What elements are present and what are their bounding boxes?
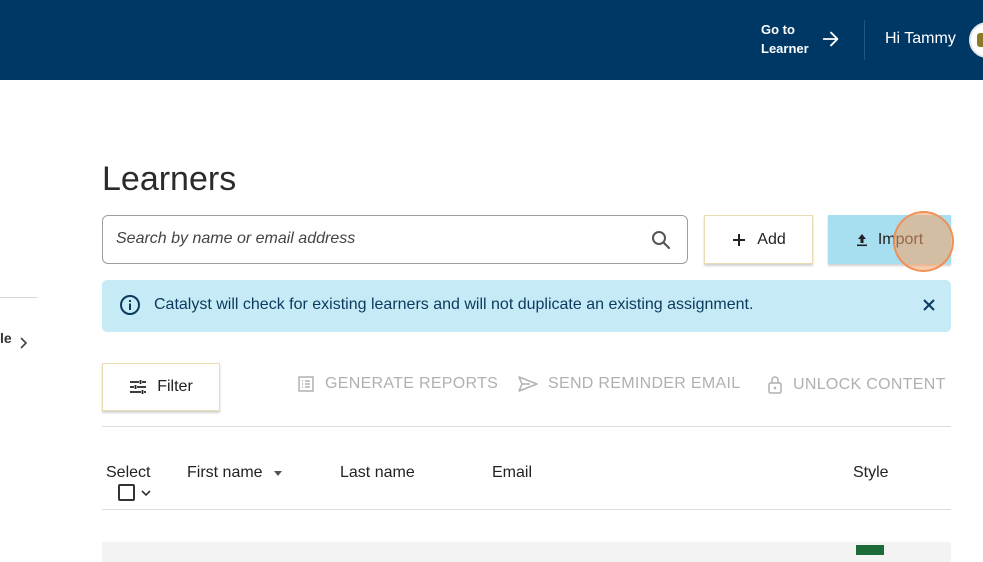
send-reminder-email-button[interactable]: SEND REMINDER EMAIL bbox=[518, 375, 740, 393]
send-icon bbox=[518, 376, 538, 392]
generate-reports-label: GENERATE REPORTS bbox=[325, 375, 499, 392]
generate-reports-button[interactable]: GENERATE REPORTS bbox=[297, 375, 498, 393]
table-row[interactable] bbox=[102, 542, 951, 562]
column-header-style[interactable]: Style bbox=[853, 464, 889, 482]
column-header-last-name[interactable]: Last name bbox=[340, 464, 415, 482]
go-to-learner-line2: Learner bbox=[761, 41, 809, 56]
sliders-icon bbox=[130, 380, 147, 394]
info-alert: Catalyst will check for existing learner… bbox=[102, 280, 951, 332]
search-icon[interactable] bbox=[649, 228, 673, 252]
style-indicator bbox=[856, 545, 884, 555]
report-icon bbox=[298, 376, 314, 392]
unlock-content-button[interactable]: UNLOCK CONTENT bbox=[767, 375, 946, 395]
import-button-label: Import bbox=[877, 230, 924, 248]
chevron-down-icon[interactable] bbox=[140, 488, 152, 498]
column-header-select: Select bbox=[106, 464, 151, 481]
header-divider bbox=[864, 20, 865, 60]
table-header-divider bbox=[102, 509, 951, 510]
arrow-right-icon[interactable] bbox=[820, 28, 842, 50]
chevron-right-icon[interactable] bbox=[18, 336, 30, 350]
column-header-first-name[interactable]: First name bbox=[187, 464, 263, 482]
search-box[interactable] bbox=[102, 215, 688, 264]
avatar[interactable] bbox=[969, 22, 983, 58]
unlock-content-label: UNLOCK CONTENT bbox=[793, 376, 946, 393]
go-to-learner-line1: Go to bbox=[761, 22, 795, 37]
upload-icon bbox=[856, 233, 867, 246]
plus-icon bbox=[733, 233, 746, 246]
select-all-checkbox[interactable] bbox=[118, 484, 135, 501]
sidebar-item-label[interactable]: le bbox=[0, 330, 12, 346]
close-icon[interactable] bbox=[919, 295, 939, 315]
lock-icon bbox=[768, 376, 782, 394]
filter-button-label: Filter bbox=[157, 378, 193, 395]
sidebar-divider bbox=[0, 297, 38, 298]
import-button[interactable]: Import bbox=[828, 215, 951, 264]
send-reminder-email-label: SEND REMINDER EMAIL bbox=[548, 375, 741, 392]
filter-button[interactable]: Filter bbox=[102, 363, 220, 411]
avatar-emblem-icon bbox=[977, 33, 983, 47]
page-title: Learners bbox=[102, 160, 237, 198]
search-input[interactable] bbox=[116, 230, 636, 248]
toolbar-divider bbox=[102, 426, 951, 427]
column-header-email[interactable]: Email bbox=[492, 464, 532, 482]
top-navigation-bar: Go to Learner Hi Tammy bbox=[0, 0, 983, 80]
alert-message: Catalyst will check for existing learner… bbox=[154, 296, 754, 313]
add-learner-button[interactable]: Add bbox=[704, 215, 813, 264]
info-icon bbox=[120, 295, 140, 315]
sort-down-icon[interactable] bbox=[274, 471, 282, 476]
add-button-label: Add bbox=[757, 230, 786, 248]
go-to-learner-link[interactable]: Go to Learner bbox=[761, 20, 809, 58]
user-greeting[interactable]: Hi Tammy bbox=[885, 30, 956, 48]
